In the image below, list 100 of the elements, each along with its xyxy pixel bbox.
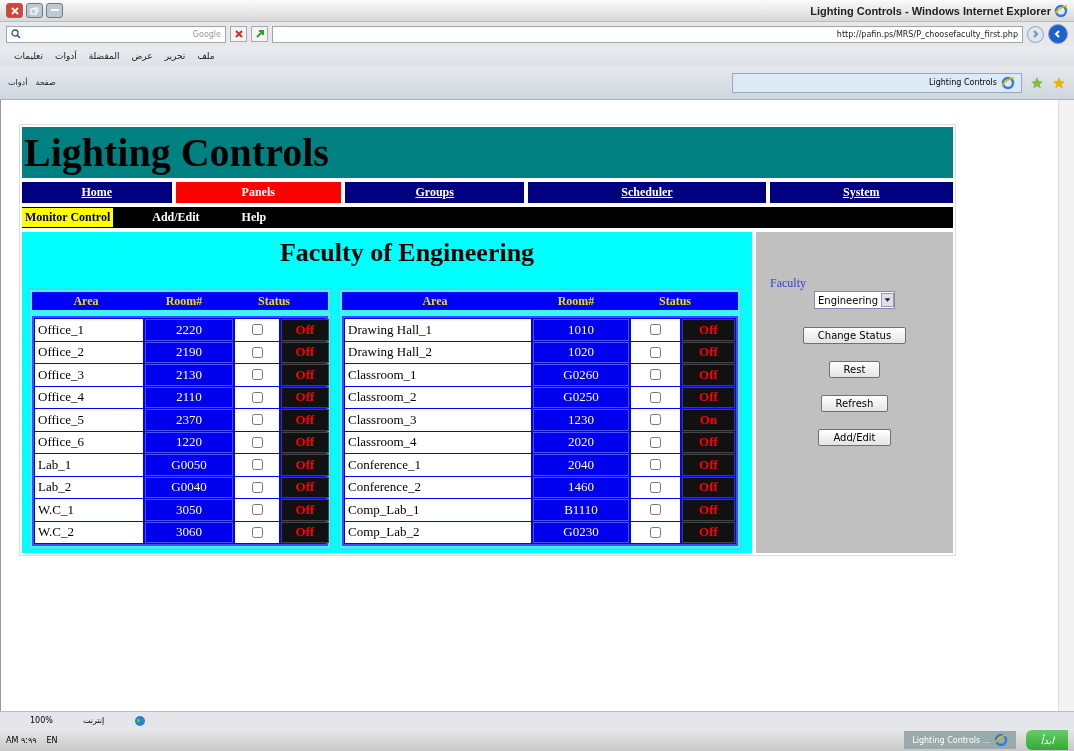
star-icon[interactable] [1052,75,1066,90]
status-cell: Off [682,341,735,363]
status-cell: Off [281,319,329,341]
status-cell: Off [281,476,329,498]
subnav-link[interactable]: Monitor Control [22,208,114,227]
row-checkbox[interactable] [251,369,263,381]
area-cell: Drawing Hall_1 [345,319,531,341]
status-cell: Off [682,431,735,453]
row-checkbox[interactable] [650,459,661,471]
room-cell: B1110 [533,499,629,521]
stop-button[interactable] [230,26,247,42]
area-cell: Comp_Lab_2 [345,521,531,543]
status-cell: Off [281,454,329,476]
row-checkbox[interactable] [251,324,263,336]
row-checkbox[interactable] [251,436,263,448]
room-cell: 1220 [145,431,233,453]
row-checkbox[interactable] [650,504,661,516]
area-cell: Office_1 [35,319,143,341]
room-cell: 2040 [533,454,629,476]
faculty-label: Faculty [770,276,807,291]
x-icon [234,30,243,38]
browser-tab[interactable]: Lighting Controls [732,72,1022,93]
action-button[interactable]: Refresh [820,395,889,412]
subnav-link[interactable]: Add/Edit [149,208,203,227]
area-cell: Conference_1 [345,454,531,476]
room-cell: 1230 [533,409,629,431]
row-checkbox[interactable] [251,481,263,493]
status-cell: Off [281,386,329,408]
column-header: Room# [556,293,596,309]
area-cell: Office_2 [35,341,143,363]
minimize-button[interactable] [46,3,63,18]
nav-tab[interactable]: Panels [175,182,341,203]
row-checkbox[interactable] [650,324,661,336]
address-field[interactable]: http://pafin.ps/MRS/P_choosefaculty_first.php [272,25,1023,43]
area-cell: Drawing Hall_2 [345,341,531,363]
row-checkbox[interactable] [650,436,661,448]
language-indicator[interactable]: EN [46,735,58,745]
action-button[interactable]: Rest [828,361,881,378]
menu-item[interactable]: تعليمات [14,51,43,61]
room-cell: G0230 [533,521,629,543]
caret-icon [881,293,894,307]
faculty-select[interactable]: Engineering [814,291,895,309]
status-cell: Off [682,454,735,476]
status-cell: Off [682,364,735,386]
faculty-heading: Faculty of Engineering [278,238,536,269]
area-cell: Classroom_4 [345,431,531,453]
area-cell: Office_6 [35,431,143,453]
globe-icon [134,714,147,727]
row-checkbox[interactable] [251,459,263,471]
toolbar-item[interactable]: أدوات [8,78,28,87]
action-button[interactable]: Add/Edit [818,429,891,446]
row-checkbox[interactable] [650,414,661,426]
row-checkbox[interactable] [251,391,263,403]
refresh-button[interactable] [251,26,268,42]
room-cell: 1010 [533,319,629,341]
menu-item[interactable]: عرض [131,51,153,61]
row-checkbox[interactable] [650,369,661,381]
restore-button[interactable] [26,3,43,18]
row-checkbox[interactable] [251,526,263,538]
menu-item[interactable]: المفضلة [88,51,120,61]
subnav-link[interactable]: Help [238,208,270,227]
status-cell: Off [281,364,329,386]
nav-tab[interactable]: Scheduler [528,182,766,203]
action-button[interactable]: Change Status [802,327,907,344]
row-checkbox[interactable] [650,526,661,538]
row-checkbox[interactable] [650,391,661,403]
room-cell: 2020 [533,431,629,453]
toolbar-item[interactable]: صفحة [35,78,56,87]
status-cell: Off [682,521,735,543]
status-cell: Off [682,499,735,521]
zoom-level[interactable]: 100% [30,716,53,725]
close-button[interactable] [6,3,23,18]
status-cell: Off [682,476,735,498]
forward-button[interactable] [1027,25,1044,43]
row-checkbox[interactable] [650,346,661,358]
menu-item[interactable]: ملف [197,51,215,61]
back-button[interactable] [1048,24,1068,44]
row-checkbox[interactable] [251,414,263,426]
minimize-icon [50,9,59,12]
status-cell: Off [281,499,329,521]
browser-logo-icon [994,733,1009,747]
scrollbar[interactable] [1058,100,1074,711]
area-cell: Classroom_3 [345,409,531,431]
star-icon[interactable] [1030,75,1044,90]
row-checkbox[interactable] [251,346,263,358]
status-cell: Off [682,386,735,408]
room-cell: 2130 [145,364,233,386]
row-checkbox[interactable] [650,481,661,493]
row-checkbox[interactable] [251,504,263,516]
status-cell: Off [281,341,329,363]
menu-item[interactable]: تحرير [164,51,186,61]
nav-tab[interactable]: Home [22,182,172,203]
menu-item[interactable]: أدوات [54,51,77,61]
status-cell: On [682,409,735,431]
area-cell: Office_4 [35,386,143,408]
room-cell: G0050 [145,454,233,476]
room-cell: G0260 [533,364,629,386]
window-title: Lighting Controls - Windows Internet Explorer [810,4,1051,17]
nav-tab[interactable]: Groups [344,182,525,203]
nav-tab[interactable]: System [769,182,953,203]
